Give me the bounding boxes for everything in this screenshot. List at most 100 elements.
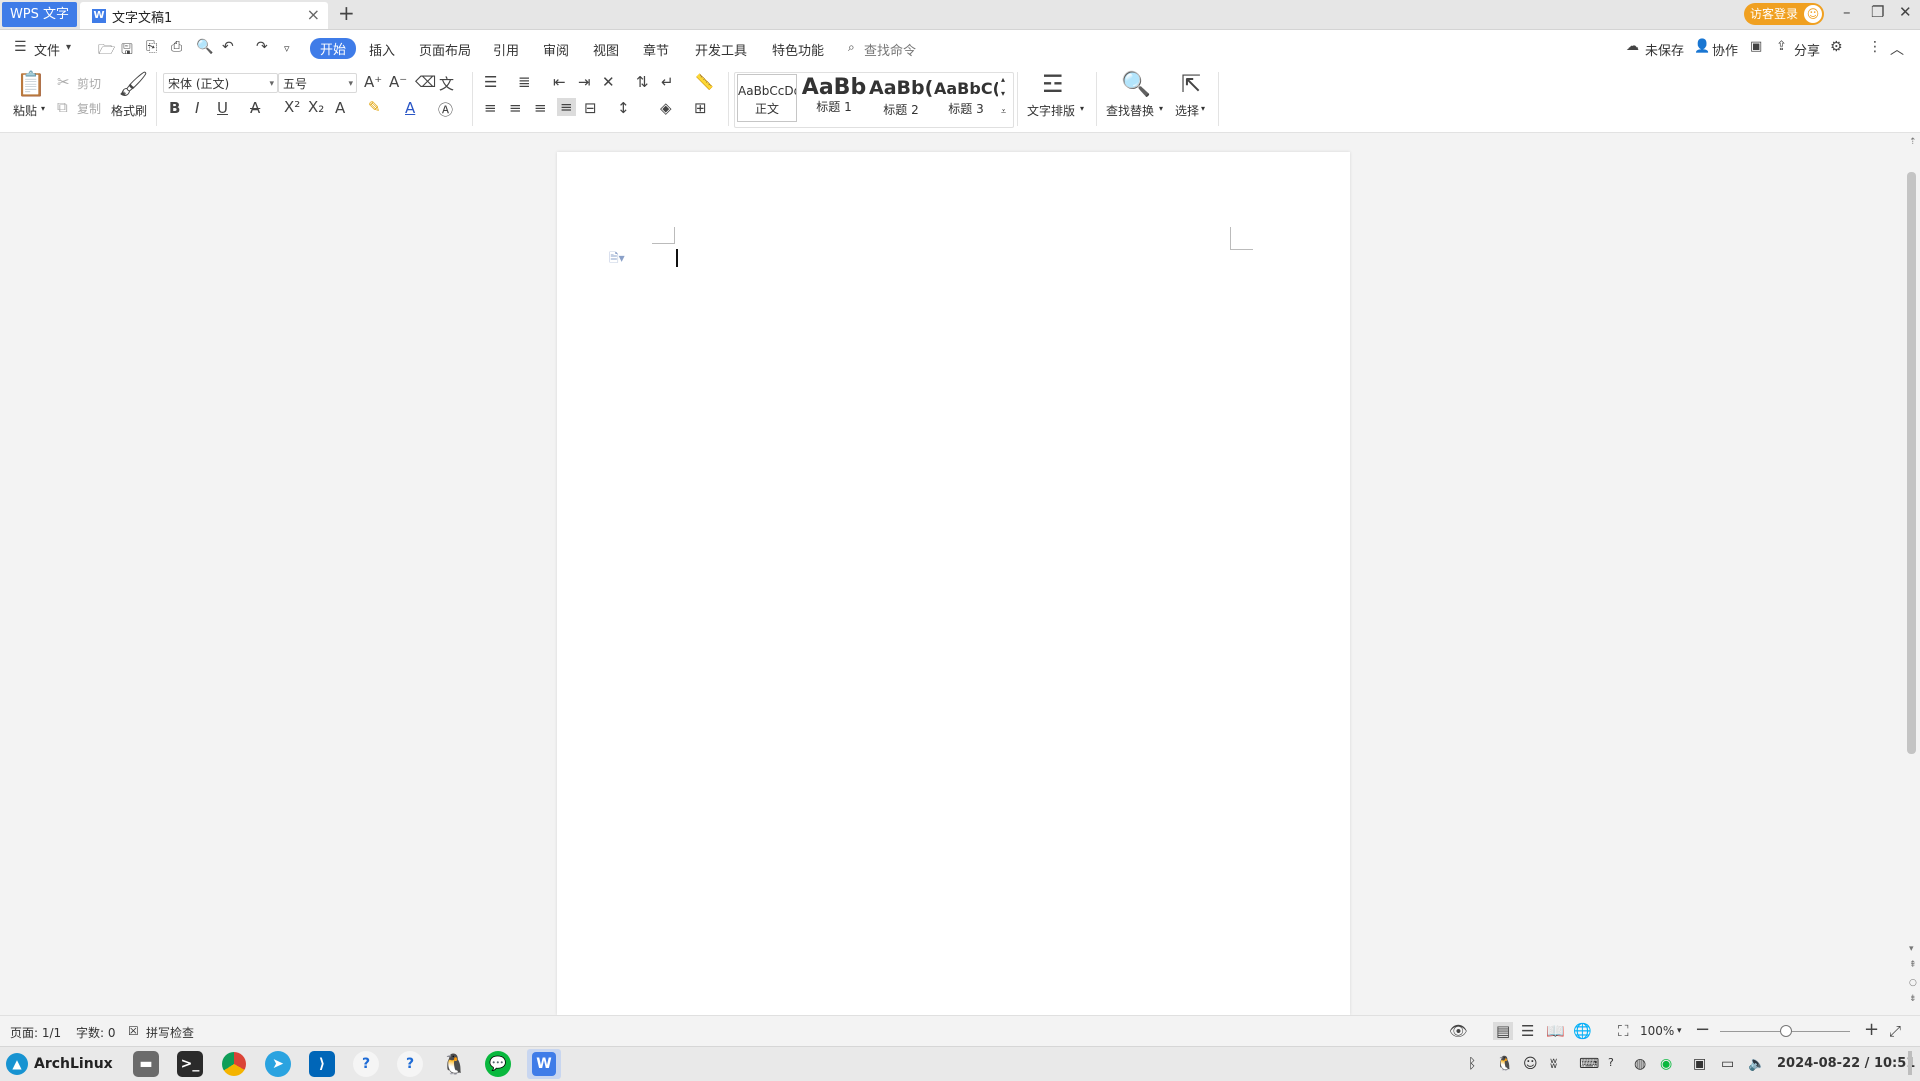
chat-app-icon[interactable]: ?: [353, 1051, 379, 1077]
increase-indent-icon[interactable]: ⇥: [578, 73, 591, 91]
open-folder-icon[interactable]: 🗁: [98, 39, 115, 63]
previous-page-icon[interactable]: ⇞: [1909, 960, 1917, 970]
volume-icon[interactable]: 🔈: [1748, 1056, 1765, 1072]
zoom-out-icon[interactable]: −: [1695, 1019, 1710, 1040]
shading-icon[interactable]: ◈: [660, 99, 672, 117]
font-color-icon[interactable]: A: [405, 99, 415, 117]
print-icon[interactable]: ⎙: [171, 39, 182, 55]
paragraph-options-icon[interactable]: 🗎▾: [609, 249, 625, 270]
underline-icon[interactable]: U: [217, 99, 228, 117]
wps-taskbar-item[interactable]: W: [527, 1049, 561, 1079]
chevron-down-icon[interactable]: ▾: [66, 42, 71, 53]
menu-developer-tools[interactable]: 开发工具: [695, 40, 747, 59]
menu-start[interactable]: 开始: [310, 38, 357, 59]
line-spacing-icon[interactable]: ↕: [617, 99, 630, 117]
styles-expand-icon[interactable]: ⩡: [1001, 107, 1006, 117]
italic-icon[interactable]: I: [195, 99, 199, 117]
align-right-icon[interactable]: ≡: [534, 99, 547, 117]
subscript-icon[interactable]: X₂: [308, 98, 324, 116]
pinyin-guide-icon[interactable]: 文: [439, 73, 454, 94]
decrease-font-size-icon[interactable]: A⁻: [389, 73, 407, 91]
file-manager-icon[interactable]: ▬: [133, 1051, 159, 1077]
input-method-icon[interactable]: ▣: [1693, 1056, 1706, 1072]
font-name-select[interactable]: 宋体 (正文) ▾: [163, 73, 278, 93]
tray-app-icon[interactable]: ?: [1608, 1056, 1614, 1069]
settings-gear-icon[interactable]: ⚙: [1830, 39, 1843, 55]
text-layout-icon[interactable]: ☲: [1042, 70, 1064, 98]
chrome-icon[interactable]: [221, 1051, 247, 1077]
collapse-ribbon-icon[interactable]: ︿: [1890, 39, 1904, 59]
numbered-list-icon[interactable]: ≣: [518, 73, 531, 91]
sort-icon[interactable]: ⇅: [636, 73, 649, 91]
show-hide-marks-icon[interactable]: ↵: [661, 73, 674, 91]
close-window-icon[interactable]: ✕: [1899, 3, 1912, 21]
select-button[interactable]: 选择: [1175, 102, 1199, 119]
wps-home-tab[interactable]: WPS 文字: [2, 2, 77, 27]
close-tab-icon[interactable]: ×: [307, 5, 320, 24]
chevron-down-icon[interactable]: ▾: [1080, 104, 1084, 113]
text-layout-button[interactable]: 文字排版: [1027, 102, 1075, 119]
align-left-icon[interactable]: ≡: [484, 99, 497, 117]
qq-tray-icon[interactable]: 🐧: [1496, 1056, 1513, 1072]
scroll-down-icon[interactable]: ▾: [1909, 944, 1914, 954]
new-tab-button[interactable]: +: [338, 1, 355, 25]
document-page[interactable]: [557, 152, 1350, 1015]
format-painter-button[interactable]: 格式刷: [111, 102, 147, 119]
print-preview-icon[interactable]: 🔍: [196, 39, 213, 55]
undo-icon[interactable]: ↶: [222, 39, 234, 55]
style-heading-3[interactable]: AaBbC( 标题 3: [934, 73, 998, 125]
style-heading-2[interactable]: AaBb( 标题 2: [869, 73, 933, 125]
bullet-list-icon[interactable]: ☰: [484, 73, 497, 91]
show-desktop-button[interactable]: [1908, 1051, 1912, 1075]
find-replace-icon[interactable]: 🔍: [1121, 70, 1151, 98]
menu-review[interactable]: 审阅: [543, 40, 569, 59]
vscode-icon[interactable]: ⟩: [309, 1051, 335, 1077]
menu-file[interactable]: 文件: [34, 40, 60, 59]
styles-scroll-down-icon[interactable]: ▾: [1001, 89, 1005, 98]
telegram-icon[interactable]: ➤: [265, 1051, 291, 1077]
terminal-icon[interactable]: >_: [177, 1051, 203, 1077]
export-pdf-icon[interactable]: ⎘: [146, 39, 157, 55]
redo-icon[interactable]: ↷: [256, 39, 268, 55]
more-options-icon[interactable]: ⋮: [1868, 39, 1882, 55]
wechat-icon[interactable]: 💬: [485, 1051, 511, 1077]
menu-page-layout[interactable]: 页面布局: [419, 40, 471, 59]
format-painter-icon[interactable]: 🖌: [118, 70, 148, 98]
distributed-align-icon[interactable]: ⊟: [584, 99, 597, 117]
web-view-icon[interactable]: 🌐: [1573, 1022, 1592, 1040]
start-menu-label[interactable]: ArchLinux: [34, 1056, 113, 1072]
bold-icon[interactable]: B: [169, 99, 180, 117]
tray-app-icon[interactable]: ☺: [1523, 1056, 1538, 1072]
bluetooth-icon[interactable]: ᛒ: [1468, 1056, 1476, 1072]
spell-check-button[interactable]: 拼写检查: [146, 1024, 194, 1041]
zoom-level[interactable]: 100%: [1640, 1024, 1674, 1038]
page-view-icon[interactable]: ▤: [1493, 1022, 1514, 1040]
hamburger-menu-icon[interactable]: ☰: [14, 39, 27, 55]
chevron-down-icon[interactable]: ▾: [1677, 1026, 1682, 1036]
qq-penguin-icon[interactable]: 🐧: [441, 1051, 467, 1077]
visitor-login-button[interactable]: 访客登录 ☺: [1744, 3, 1824, 25]
paste-dropdown-icon[interactable]: ▾: [41, 104, 45, 113]
chevron-down-icon[interactable]: ▾: [1159, 104, 1163, 113]
chat-app-icon[interactable]: ?: [397, 1051, 423, 1077]
next-page-icon[interactable]: ⇟: [1909, 994, 1917, 1004]
menu-special-features[interactable]: 特色功能: [772, 40, 824, 59]
text-effect-icon[interactable]: A: [335, 99, 345, 117]
document-tab[interactable]: W 文字文稿1 ×: [80, 2, 328, 29]
scrollbar-thumb[interactable]: [1907, 172, 1916, 754]
ruler-icon[interactable]: 📏: [695, 73, 714, 91]
select-browse-object-icon[interactable]: ○: [1909, 978, 1917, 988]
align-center-icon[interactable]: ≡: [509, 99, 522, 117]
customize-quick-access-icon[interactable]: ▿: [284, 42, 290, 55]
display-icon[interactable]: ▭: [1721, 1056, 1734, 1072]
word-count[interactable]: 字数: 0: [76, 1024, 116, 1041]
zoom-in-icon[interactable]: +: [1864, 1019, 1879, 1040]
arch-linux-logo-icon[interactable]: ▲: [6, 1053, 28, 1075]
tray-app-icon[interactable]: ◍: [1634, 1056, 1646, 1072]
superscript-icon[interactable]: X²: [284, 98, 300, 116]
zoom-slider-thumb[interactable]: [1780, 1025, 1792, 1037]
strikethrough-icon[interactable]: A: [250, 99, 260, 117]
borders-icon[interactable]: ⊞: [694, 99, 707, 117]
menu-references[interactable]: 引用: [493, 40, 519, 59]
highlight-icon[interactable]: ✎: [368, 98, 381, 116]
